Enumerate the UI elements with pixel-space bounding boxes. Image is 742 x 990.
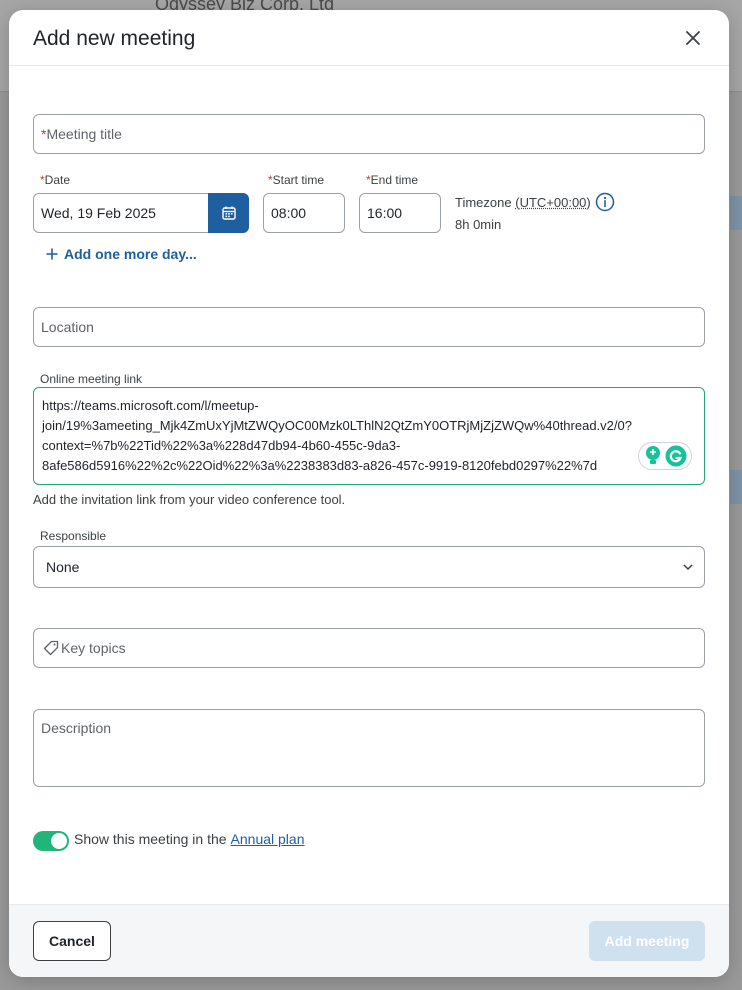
online-meeting-link-textarea[interactable]: https://teams.microsoft.com/l/meetup- jo… <box>33 387 705 485</box>
dialog-title: Add new meeting <box>33 27 196 50</box>
background-row <box>730 196 742 230</box>
key-topics-placeholder: Key topics <box>61 640 126 656</box>
close-button[interactable] <box>683 28 703 48</box>
responsible-value: None <box>46 559 80 575</box>
location-input[interactable]: Location <box>33 307 705 347</box>
add-one-more-day-button[interactable]: Add one more day... <box>46 246 197 262</box>
end-time-label: *End time <box>366 173 419 187</box>
meeting-duration: 8h 0min <box>455 217 502 232</box>
link-line: context=%7b%22Tid%22%3a%228d47db94-4b60-… <box>42 438 401 453</box>
start-time-input[interactable]: 08:00 <box>263 193 345 233</box>
plus-icon <box>46 248 58 260</box>
cancel-button[interactable]: Cancel <box>33 921 111 961</box>
calendar-icon <box>221 206 236 220</box>
background-row <box>730 470 742 504</box>
tag-icon <box>43 640 59 656</box>
date-picker-button[interactable] <box>208 193 249 233</box>
start-time-label: *Start time <box>268 173 325 187</box>
key-topics-input[interactable]: Key topics <box>33 628 705 668</box>
annual-plan-link[interactable]: Annual plan <box>231 831 305 847</box>
lightbulb-icon <box>645 446 660 464</box>
description-placeholder: Description <box>41 720 112 736</box>
info-icon[interactable] <box>595 192 615 212</box>
online-link-label: Online meeting link <box>40 372 143 386</box>
date-value: Wed, 19 Feb 2025 <box>41 205 156 221</box>
end-time-value: 16:00 <box>367 205 403 221</box>
responsible-select[interactable]: None <box>33 546 705 588</box>
dialog-footer: Cancel Add meeting <box>9 904 729 977</box>
link-line: join/19%3ameeting_Mjk4ZmUxYjMtZWQyOC00Mz… <box>42 418 632 433</box>
link-line: 8afe586d5916%22%2c%22Oid%22%3a%2238383d8… <box>42 458 598 473</box>
link-line: https://teams.microsoft.com/l/meetup- <box>42 398 259 413</box>
add-day-label: Add one more day... <box>64 246 197 262</box>
meeting-title-input[interactable]: *Meeting title <box>33 114 705 154</box>
date-label: *Date <box>40 173 71 187</box>
responsible-label: Responsible <box>40 529 107 543</box>
date-input[interactable]: Wed, 19 Feb 2025 <box>33 193 209 233</box>
add-meeting-dialog: Add new meeting *Meeting title *Date Wed… <box>9 10 729 977</box>
description-textarea[interactable]: Description <box>33 709 705 787</box>
close-icon <box>686 31 700 45</box>
timezone-text: Timezone (UTC+00:00) <box>455 195 591 210</box>
chevron-down-icon <box>683 564 693 571</box>
meeting-title-placeholder: *Meeting title <box>41 126 122 142</box>
start-time-value: 08:00 <box>271 205 307 221</box>
grammarly-icon <box>665 445 686 467</box>
add-meeting-button[interactable]: Add meeting <box>589 921 705 961</box>
annual-plan-toggle[interactable] <box>33 831 69 851</box>
grammarly-widget[interactable] <box>638 442 692 470</box>
dialog-header: Add new meeting <box>9 10 729 66</box>
end-time-input[interactable]: 16:00 <box>359 193 441 233</box>
toggle-knob <box>51 833 67 849</box>
timezone-value[interactable]: (UTC+00:00) <box>515 195 591 210</box>
online-link-hint: Add the invitation link from your video … <box>33 492 346 507</box>
annual-plan-text: Show this meeting in the Annual plan <box>74 831 305 847</box>
location-placeholder: Location <box>41 319 94 335</box>
